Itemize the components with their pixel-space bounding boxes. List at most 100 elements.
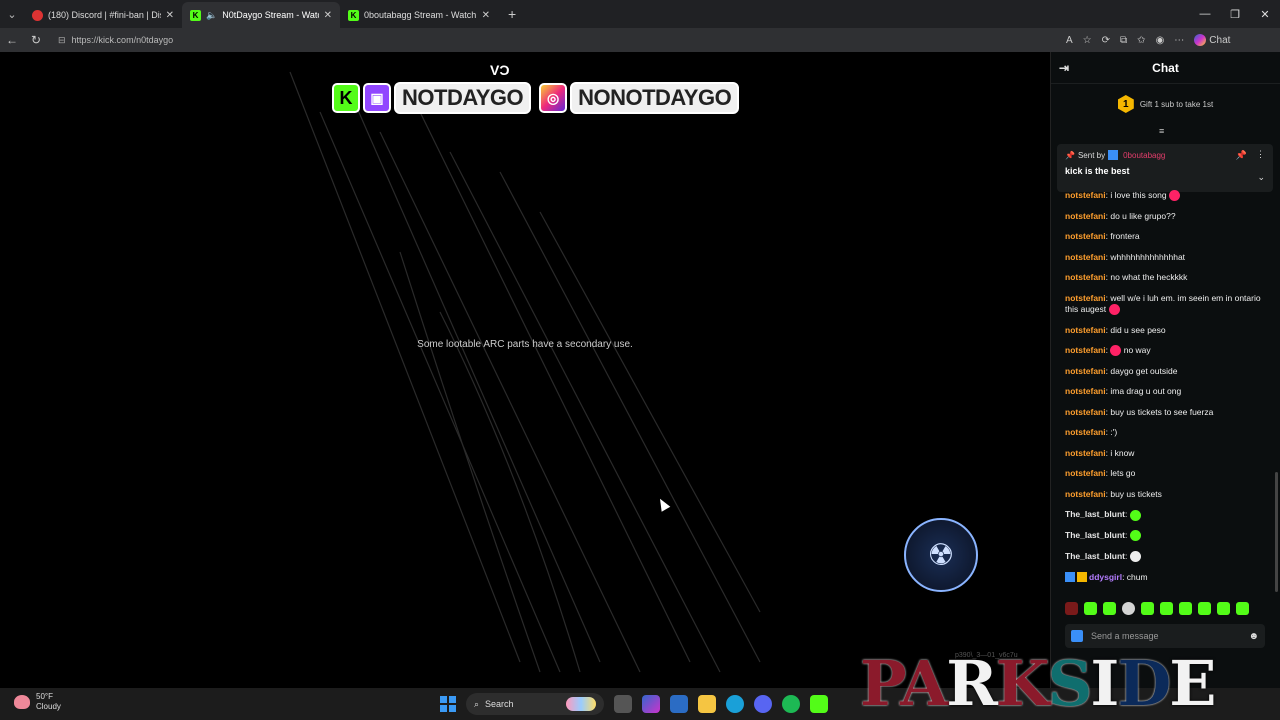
chat-username[interactable]: notstefani bbox=[1065, 489, 1106, 499]
weather-widget[interactable]: 50°F Cloudy bbox=[14, 692, 61, 712]
taskbar-search[interactable]: ⌕ Search bbox=[466, 693, 604, 715]
chat-username[interactable]: notstefani bbox=[1065, 468, 1106, 478]
chat-username[interactable]: notstefani bbox=[1065, 448, 1106, 458]
unpin-icon[interactable]: 📌 bbox=[1236, 150, 1247, 161]
url-field[interactable]: ⊟ https://kick.com/n0tdaygo bbox=[58, 30, 1058, 50]
read-aloud-icon[interactable]: A bbox=[1066, 35, 1073, 46]
chat-scrollbar[interactable] bbox=[1275, 472, 1278, 592]
chat-username[interactable]: ddysgirl bbox=[1089, 572, 1122, 582]
new-tab-icon[interactable]: + bbox=[508, 6, 516, 22]
emote-button[interactable] bbox=[1141, 602, 1154, 615]
tab-discord[interactable]: (180) Discord | #fini-ban | District ✕ bbox=[24, 2, 182, 28]
chat-username[interactable]: notstefani bbox=[1065, 211, 1106, 221]
chat-username[interactable]: notstefani bbox=[1065, 345, 1106, 355]
minimize-icon[interactable]: — bbox=[1190, 8, 1220, 21]
tab-list-dropdown-icon[interactable]: ⌄ bbox=[0, 0, 24, 28]
emote-button[interactable] bbox=[1160, 602, 1173, 615]
emoji-picker-icon[interactable]: ☻ bbox=[1248, 631, 1259, 642]
tab-close-icon[interactable]: ✕ bbox=[324, 10, 332, 21]
kick-favicon-icon: K bbox=[348, 9, 359, 21]
windows-start-icon[interactable] bbox=[440, 696, 456, 712]
search-label: Search bbox=[485, 699, 514, 709]
file-explorer-icon[interactable] bbox=[698, 695, 716, 713]
chat-username[interactable]: notstefani bbox=[1065, 386, 1106, 396]
chat-username[interactable]: notstefani bbox=[1065, 325, 1106, 335]
chat-input[interactable]: Send a message ☻ bbox=[1065, 624, 1265, 648]
emote-icon bbox=[1129, 530, 1141, 542]
chat-text: : lets go bbox=[1105, 468, 1136, 479]
chat-message: notstefani: frontera bbox=[1065, 231, 1265, 242]
weather-temp: 50°F bbox=[36, 692, 53, 701]
chat-username[interactable]: notstefani bbox=[1065, 293, 1106, 303]
chat-message: notstefani: i love this song bbox=[1065, 190, 1265, 202]
spotify-icon[interactable] bbox=[782, 695, 800, 713]
chat-username[interactable]: The_last_blunt bbox=[1065, 509, 1125, 519]
expand-chevron-icon[interactable]: ⌄ bbox=[1257, 172, 1265, 183]
discord-app-icon[interactable] bbox=[754, 695, 772, 713]
collapse-chat-icon[interactable]: ⇥ bbox=[1059, 61, 1069, 75]
chat-username[interactable]: notstefani bbox=[1065, 427, 1106, 437]
emote-button[interactable] bbox=[1179, 602, 1192, 615]
pinned-more-icon[interactable]: ⋮ bbox=[1256, 149, 1265, 160]
kick-twitch-handle: K ▣ NOTDAYGO bbox=[332, 82, 532, 114]
chat-username[interactable]: notstefani bbox=[1065, 366, 1106, 376]
emote-button[interactable] bbox=[1103, 602, 1116, 615]
extensions-icon[interactable]: ⟳ bbox=[1102, 35, 1110, 46]
twitch-logo-icon: ▣ bbox=[363, 83, 391, 113]
chat-text: : ima drag u out ong bbox=[1105, 386, 1182, 397]
stream-video-player[interactable]: VƆ K ▣ NOTDAYGO ◎ NONOTDAYGO Some lootab… bbox=[0, 52, 1050, 688]
pinned-message[interactable]: 📌 Sent by 0boutabagg kick is the best 📌 … bbox=[1057, 144, 1273, 192]
chat-text: : i love this song bbox=[1105, 190, 1167, 200]
emote-button[interactable] bbox=[1122, 602, 1135, 615]
chat-username[interactable]: notstefani bbox=[1065, 407, 1106, 417]
more-menu-icon[interactable]: ⋯ bbox=[1174, 35, 1184, 46]
kick-app-icon[interactable] bbox=[810, 695, 828, 713]
emote-button[interactable] bbox=[1217, 602, 1230, 615]
tab-0boutabagg[interactable]: K 0boutabagg Stream - Watch Live ✕ bbox=[340, 2, 498, 28]
weather-icon bbox=[14, 695, 30, 709]
chat-text: no way bbox=[1121, 345, 1151, 355]
emote-button[interactable] bbox=[1198, 602, 1211, 615]
close-window-icon[interactable]: ✕ bbox=[1250, 8, 1280, 21]
pinned-user[interactable]: 0boutabagg bbox=[1123, 151, 1165, 160]
task-view-icon[interactable] bbox=[614, 695, 632, 713]
back-icon[interactable]: ← bbox=[0, 33, 24, 47]
chat-title: Chat bbox=[1152, 60, 1179, 75]
background-streaks bbox=[289, 71, 761, 673]
gift-sub-banner[interactable]: 1 Gift 1 sub to take 1st bbox=[1051, 84, 1280, 124]
pin-small-icon: 📌 bbox=[1065, 150, 1075, 160]
tab-close-icon[interactable]: ✕ bbox=[482, 10, 490, 21]
chat-username[interactable]: The_last_blunt bbox=[1065, 530, 1125, 540]
chat-username[interactable]: notstefani bbox=[1065, 252, 1106, 262]
edge-browser-icon[interactable] bbox=[726, 695, 744, 713]
commands-icon[interactable] bbox=[1071, 630, 1083, 642]
emote-button[interactable] bbox=[1236, 602, 1249, 615]
chat-username[interactable]: The_last_blunt bbox=[1065, 551, 1125, 561]
copilot-app-icon[interactable] bbox=[642, 695, 660, 713]
favorite-star-icon[interactable]: ☆ bbox=[1083, 35, 1092, 46]
kick-favicon-icon: K bbox=[190, 9, 201, 21]
chat-username[interactable]: notstefani bbox=[1065, 190, 1106, 200]
chat-message: The_last_blunt: bbox=[1065, 530, 1265, 542]
chat-username[interactable]: notstefani bbox=[1065, 231, 1106, 241]
chat-username[interactable]: notstefani bbox=[1065, 272, 1106, 282]
instagram-handle: ◎ NONOTDAYGO bbox=[539, 82, 740, 114]
puzzle-icon[interactable]: ⧉ bbox=[1120, 35, 1127, 46]
chat-text: : bbox=[1124, 509, 1128, 520]
store-icon[interactable] bbox=[670, 695, 688, 713]
refresh-icon[interactable]: ↻ bbox=[24, 33, 48, 47]
speaker-icon[interactable]: 🔈 bbox=[206, 10, 217, 21]
emote-button[interactable] bbox=[1084, 602, 1097, 615]
favorites-icon[interactable]: ✩ bbox=[1137, 35, 1145, 46]
emote-button[interactable] bbox=[1065, 602, 1078, 615]
restore-icon[interactable]: ❐ bbox=[1220, 8, 1250, 21]
weather-desc: Cloudy bbox=[36, 702, 61, 711]
chat-message: The_last_blunt: bbox=[1065, 509, 1265, 521]
copilot-icon bbox=[1194, 34, 1207, 46]
tab-n0tdaygo[interactable]: K 🔈 N0tDaygo Stream - Watch Live ✕ bbox=[182, 2, 340, 28]
site-info-icon[interactable]: ⊟ bbox=[58, 35, 66, 46]
filter-icon[interactable]: ≡ bbox=[1159, 126, 1164, 136]
copilot-chat-button[interactable]: Chat bbox=[1194, 34, 1230, 46]
profile-avatar-icon[interactable]: ◉ bbox=[1156, 35, 1165, 46]
tab-close-icon[interactable]: ✕ bbox=[166, 10, 174, 21]
